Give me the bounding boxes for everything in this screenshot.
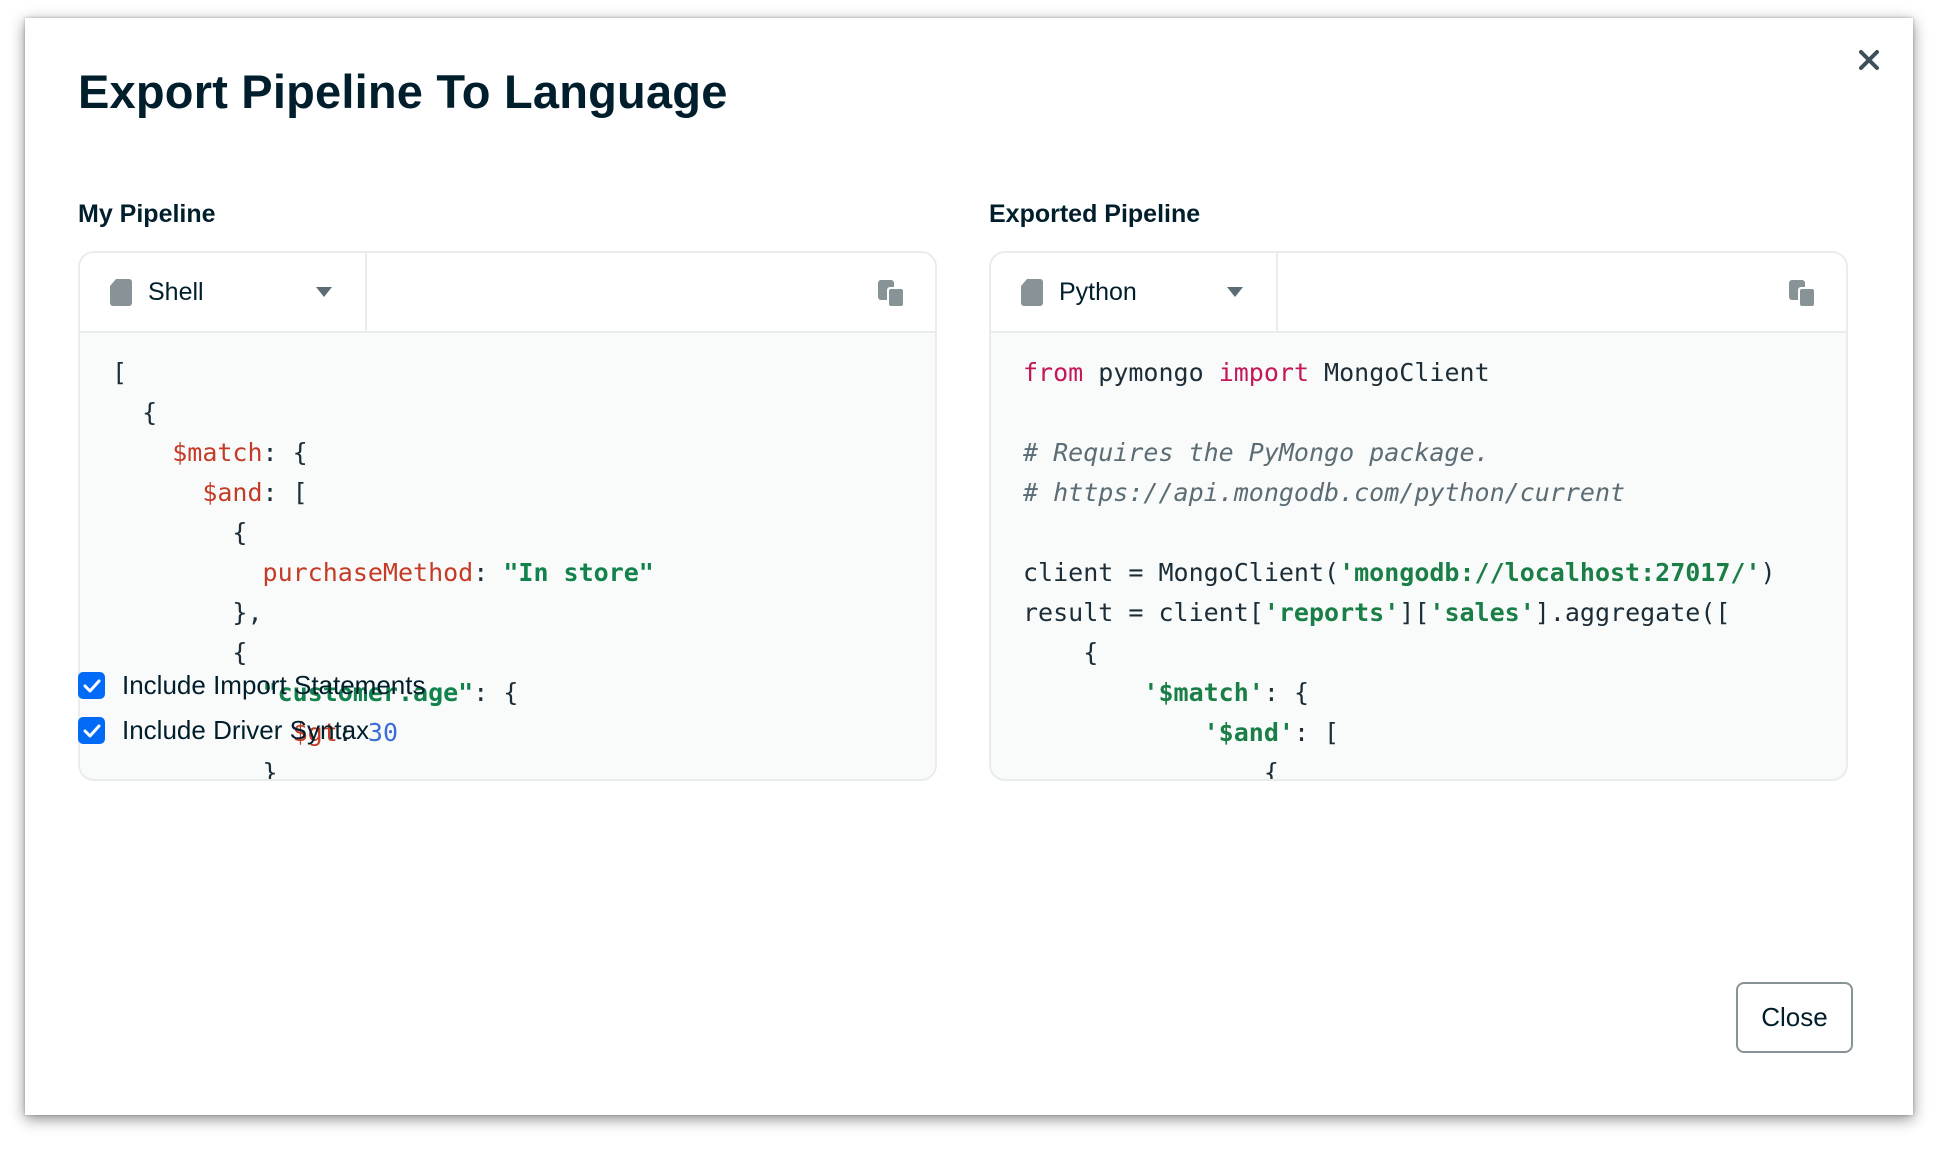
exported-code: from pymongo import MongoClient # Requir… [991,333,1846,781]
code-line: { [1023,638,1099,667]
close-button[interactable]: Close [1736,982,1853,1053]
copy-icon[interactable] [875,277,907,309]
my-pipeline-label: My Pipeline [78,200,216,228]
include-driver-syntax-label: Include Driver Syntax [122,715,370,745]
code-line: { [112,398,158,427]
code-token-in-store: "In store" [503,558,654,587]
code-token-match: '$match' [1143,678,1264,707]
source-code: [ { $match: { $and: [ { purchaseMethod: … [80,333,935,781]
source-language-label: Shell [148,277,204,306]
include-import-statements-label: Include Import Statements [122,670,426,700]
code-line: { [1023,758,1279,781]
caret-down-icon [315,286,333,298]
include-import-statements-checkbox[interactable]: Include Import Statements [78,670,425,701]
exported-pipeline-label: Exported Pipeline [989,200,1201,228]
code-token-30: 30 [367,718,398,747]
modal-title: Export Pipeline To Language [78,65,728,118]
code-token-match: $match [172,438,263,467]
code-line: }, [112,598,263,627]
code-comment: # Requires the PyMongo package. [1023,438,1490,467]
editor-toolbar: Shell [80,253,935,333]
checkbox-checked-icon[interactable] [78,717,105,744]
code-line: { [112,518,248,547]
page: Export Pipeline To Language My Pipeline … [0,0,1948,1156]
code-line: { [112,638,248,667]
code-line: } [112,758,278,781]
code-comment: # https://api.mongodb.com/python/current [1023,478,1626,507]
source-language-select[interactable]: Shell [80,253,367,331]
code-line: [ [112,358,128,387]
export-pipeline-modal: Export Pipeline To Language My Pipeline … [25,18,1913,1115]
code-token-from: from [1023,358,1084,387]
file-icon [1021,278,1043,306]
caret-down-icon [1226,286,1244,298]
editor-toolbar: Python [991,253,1846,333]
code-token-and: '$and' [1203,718,1294,747]
target-language-select[interactable]: Python [991,253,1278,331]
code-token-import: import [1218,358,1309,387]
code-token-and: $and [202,478,263,507]
code-token-reports: 'reports' [1263,598,1400,627]
target-language-label: Python [1059,277,1137,306]
code-token-sales: 'sales' [1429,598,1535,627]
code-token-purchase-method: purchaseMethod [262,558,474,587]
copy-icon[interactable] [1786,277,1818,309]
file-icon [110,278,132,306]
exported-pipeline-editor[interactable]: Python from pymongo import MongoClient #… [989,251,1848,781]
close-icon[interactable] [1853,44,1885,76]
checkbox-checked-icon[interactable] [78,672,105,699]
code-token-connection-string: 'mongodb://localhost:27017/' [1339,558,1761,587]
include-driver-syntax-checkbox[interactable]: Include Driver Syntax [78,715,369,746]
my-pipeline-editor[interactable]: Shell [ { $match: { $and: [ { purchaseMe… [78,251,937,781]
